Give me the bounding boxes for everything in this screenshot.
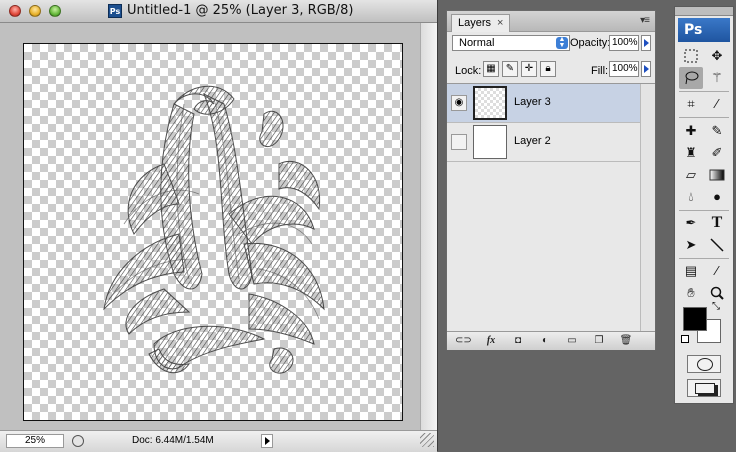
trash-icon[interactable]: 🗑︎: [618, 334, 634, 348]
clone-stamp-icon[interactable]: ♜: [679, 142, 703, 164]
zoom-window-button[interactable]: [49, 5, 61, 17]
fill-slider-arrow-icon[interactable]: [641, 61, 651, 77]
zoom-level-field[interactable]: 25%: [6, 434, 64, 448]
hand-icon[interactable]: ✋︎: [679, 282, 703, 304]
document-size-info: Doc: 6.44M/1.54M: [132, 435, 214, 446]
blur-icon[interactable]: 💧︎: [679, 186, 703, 208]
tab-layers-label: Layers: [458, 17, 492, 29]
tool-separator: [679, 210, 729, 211]
tool-separator: [679, 117, 729, 118]
lasso-icon[interactable]: [679, 67, 703, 89]
history-brush-icon[interactable]: ✐: [705, 142, 729, 164]
layer-thumbnail: [473, 86, 507, 120]
fx-icon[interactable]: fx: [483, 334, 499, 348]
lock-pixels-icon[interactable]: ✎: [502, 61, 518, 77]
new-layer-icon[interactable]: ❐: [591, 334, 607, 348]
layer-list: ◉ Layer 3 Layer 2: [447, 83, 655, 332]
eraser-icon[interactable]: ▱: [679, 164, 703, 186]
fill-label: Fill:: [591, 65, 609, 77]
tool-separator: [679, 91, 729, 92]
line-icon[interactable]: [705, 234, 729, 256]
lock-transparency-icon[interactable]: ▦: [483, 61, 499, 77]
layer-name: Layer 3: [514, 96, 551, 108]
tools-panel-header[interactable]: [675, 7, 733, 16]
layer-row[interactable]: ◉ Layer 3: [447, 84, 640, 123]
pen-icon[interactable]: ✒: [679, 212, 703, 234]
notes-icon[interactable]: ▤: [679, 260, 703, 282]
blend-mode-value: Normal: [459, 37, 495, 49]
close-icon[interactable]: ×: [497, 17, 503, 29]
stepper-arrows-icon: ▲ ▼: [556, 36, 568, 49]
document-title: Untitled-1 @ 25% (Layer 3, RGB/8): [127, 3, 354, 18]
adjustment-icon[interactable]: ◐: [537, 334, 553, 348]
eyedropper-icon[interactable]: ⁄: [705, 93, 729, 115]
resize-grip-icon[interactable]: [420, 433, 434, 447]
layer-name: Layer 2: [514, 135, 551, 147]
lock-all-icon[interactable]: 🔒︎: [540, 61, 556, 77]
mask-icon[interactable]: ◘: [510, 334, 526, 348]
layers-scrollbar[interactable]: [640, 84, 655, 332]
dodge-icon[interactable]: ●: [705, 186, 729, 208]
status-bar: 25% Doc: 6.44M/1.54M: [0, 430, 437, 452]
tool-separator: [679, 258, 729, 259]
status-info-icon[interactable]: [72, 435, 84, 447]
healing-icon[interactable]: ✚: [679, 120, 703, 142]
lock-position-icon[interactable]: ✛: [521, 61, 537, 77]
ps-document-icon: Ps: [108, 4, 122, 18]
marquee-icon[interactable]: [679, 45, 703, 67]
link-icon[interactable]: ⊂⊃: [455, 334, 472, 348]
layer-row[interactable]: Layer 2: [447, 123, 640, 162]
opacity-label: Opacity:: [570, 37, 611, 49]
minimize-window-button[interactable]: [29, 5, 41, 17]
swap-colors-icon[interactable]: ⤡: [712, 301, 720, 312]
eyedropper2-icon[interactable]: ⁄: [705, 260, 729, 282]
foreground-color-swatch[interactable]: [683, 307, 707, 331]
move-icon[interactable]: ✥: [705, 45, 729, 67]
document-title-bar[interactable]: Ps Untitled-1 @ 25% (Layer 3, RGB/8): [0, 0, 437, 23]
opacity-slider-arrow-icon[interactable]: [641, 35, 651, 51]
type-icon[interactable]: T: [705, 212, 729, 234]
canvas-area: [0, 23, 420, 430]
tools-panel: Ps ✥ ⚚ ⌗ ⁄ ✚ ✎ ♜ ✐ ▱ 💧︎ ● ✒ T ➤ ▤ ⁄ ✋︎ ⤡: [674, 6, 734, 404]
layer-thumbnail: [473, 125, 507, 159]
blend-mode-select[interactable]: Normal ▲ ▼: [452, 35, 570, 51]
baroque-ornament-artwork: [103, 85, 325, 374]
opacity-field[interactable]: 100%: [609, 35, 639, 51]
layers-panel-footer: ⊂⊃ fx ◘ ◐ ▭ ❐ 🗑︎: [447, 331, 655, 350]
photoshop-logo[interactable]: Ps: [678, 18, 730, 42]
brush-icon[interactable]: ✎: [705, 120, 729, 142]
vertical-scrollbar[interactable]: [420, 23, 437, 430]
lock-label: Lock:: [455, 65, 482, 77]
eye-icon[interactable]: ◉: [451, 95, 467, 111]
close-window-button[interactable]: [9, 5, 21, 17]
gradient-icon[interactable]: [705, 164, 729, 186]
magic-wand-icon[interactable]: ⚚: [705, 67, 729, 89]
tab-layers[interactable]: Layers ×: [451, 14, 511, 32]
quick-mask-button[interactable]: [687, 355, 721, 373]
fill-field[interactable]: 100%: [609, 61, 639, 77]
status-menu-arrow-icon[interactable]: [261, 434, 273, 448]
path-select-icon[interactable]: ➤: [679, 234, 703, 256]
screen-mode-button[interactable]: [687, 379, 721, 397]
image-canvas[interactable]: [23, 43, 403, 421]
document-window: Ps Untitled-1 @ 25% (Layer 3, RGB/8) 25%…: [0, 0, 438, 452]
layers-panel-header[interactable]: Layers × ▾≡: [447, 11, 655, 32]
default-colors-icon[interactable]: [681, 335, 689, 343]
layers-panel: Layers × ▾≡ Normal ▲ ▼ Opacity: 100% Lock:…: [446, 10, 656, 350]
panel-menu-icon[interactable]: ▾≡: [640, 15, 650, 26]
visibility-toggle[interactable]: [451, 134, 467, 150]
group-icon[interactable]: ▭: [564, 334, 580, 348]
crop-icon[interactable]: ⌗: [679, 93, 703, 115]
